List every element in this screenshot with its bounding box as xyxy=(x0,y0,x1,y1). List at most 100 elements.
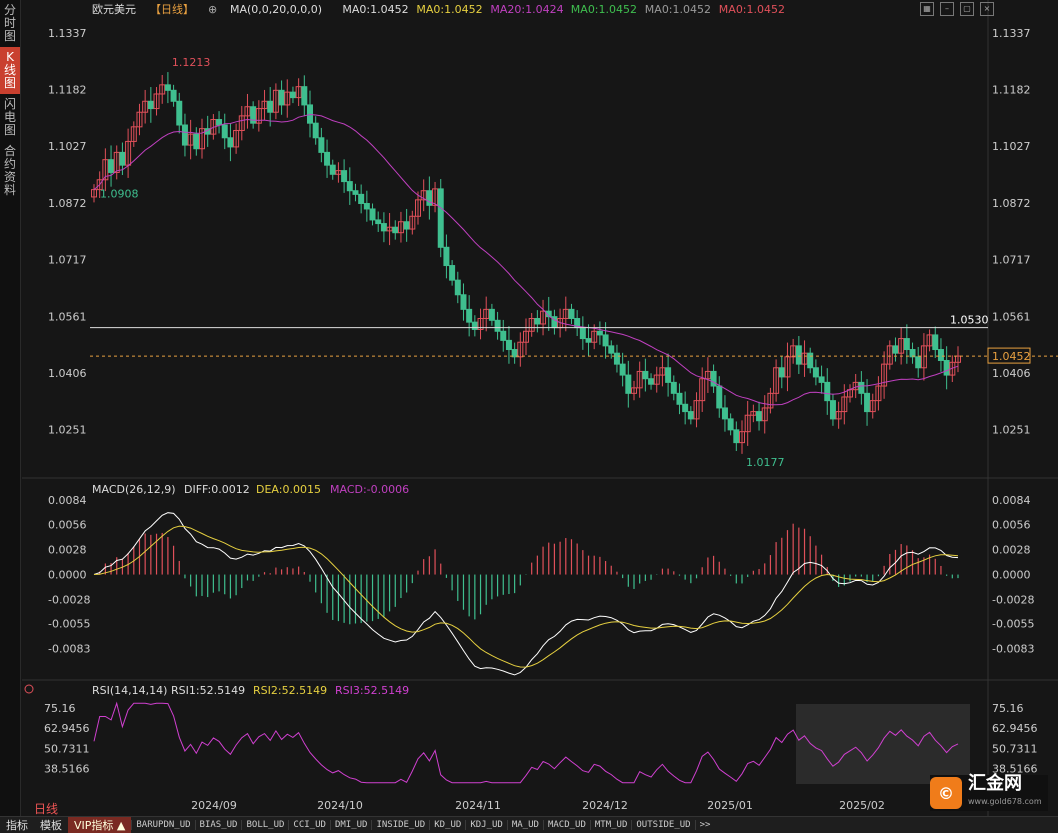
candle-body xyxy=(613,352,620,365)
indicator-tab-9[interactable]: KD_UD xyxy=(429,820,465,830)
indicator-tab-2[interactable]: VIP指标 ▲ xyxy=(68,817,132,833)
rsi-tick-left: 38.5166 xyxy=(44,763,90,776)
candle-body xyxy=(534,317,541,325)
indicator-tab-7[interactable]: DMI_UD xyxy=(329,820,372,830)
candle-body xyxy=(864,392,871,413)
indicator-bar: 指标 模板 VIP指标 ▲ BARUPDN_UD BIAS_UD BOLL_UD CCI_U… xyxy=(0,816,1058,833)
logo-url: www.gold678.com xyxy=(968,797,1042,806)
candle-body xyxy=(466,308,473,323)
main-legend-item: MA0:1.0452 xyxy=(719,3,785,16)
candle-body xyxy=(500,330,507,341)
left-price-tick: 1.1337 xyxy=(48,27,87,40)
logo-mark-icon: © xyxy=(930,777,962,809)
macd-tick-left: -0.0028 xyxy=(48,593,90,606)
candle-body xyxy=(108,159,115,173)
indicator-tab-15[interactable]: >> xyxy=(694,820,715,830)
indicator-tab-4[interactable]: BIAS_UD xyxy=(194,820,242,830)
close-icon[interactable]: × xyxy=(980,2,994,16)
candle-body xyxy=(346,181,353,192)
candle-body xyxy=(170,89,177,102)
candle-body xyxy=(164,84,171,91)
candle-body xyxy=(267,100,274,113)
main-legend-item: MA(0,0,20,0,0,0) xyxy=(230,3,322,16)
macd-legend-dea: DEA:0.0015 xyxy=(256,483,321,496)
candle-body xyxy=(181,124,188,146)
candle-body xyxy=(710,370,717,387)
right-price-tick: 1.1027 xyxy=(992,140,1031,153)
right-price-tick: 1.0872 xyxy=(992,197,1031,210)
indicator-tab-5[interactable]: BOLL_UD xyxy=(241,820,288,830)
macd-tick-left: -0.0055 xyxy=(48,618,90,631)
candle-body xyxy=(608,345,615,354)
indicator-tab-6[interactable]: CCI_UD xyxy=(288,820,330,830)
candle-body xyxy=(403,221,410,230)
macd-legend-diff: DIFF:0.0012 xyxy=(184,483,250,496)
indicator-tab-12[interactable]: MACD_UD xyxy=(542,820,590,830)
date-tick: 2025/02 xyxy=(839,799,885,812)
rsi-selection-box xyxy=(796,704,970,784)
right-price-tick: 1.0561 xyxy=(992,310,1031,323)
main-legend-item: MA0:1.0452 xyxy=(342,3,408,16)
indicator-tab-3[interactable]: BARUPDN_UD xyxy=(131,820,194,830)
right-price-tick: 1.1182 xyxy=(992,84,1031,97)
rsi-tick-left: 62.9456 xyxy=(44,722,90,735)
candle-body xyxy=(915,356,922,369)
macd-tick-right: 0.0028 xyxy=(992,544,1031,557)
candle-body xyxy=(392,226,399,234)
main-legend-item: MA0:1.0452 xyxy=(571,3,637,16)
candle-body xyxy=(585,338,592,343)
candle-body xyxy=(733,429,740,444)
candle-body xyxy=(670,381,677,394)
candle-body xyxy=(619,363,626,376)
candle-body xyxy=(807,352,814,369)
macd-tick-right: -0.0055 xyxy=(992,618,1034,631)
period-label[interactable]: 日线 xyxy=(34,800,58,817)
restore-icon[interactable]: ▢ xyxy=(960,2,974,16)
left-price-tick: 1.0872 xyxy=(48,197,87,210)
date-tick: 2025/01 xyxy=(707,799,753,812)
candle-body xyxy=(682,403,689,413)
candle-body xyxy=(278,89,285,106)
candle-body xyxy=(119,151,126,166)
start-annotation: 1.0908 xyxy=(100,188,139,201)
candle-body xyxy=(824,381,831,402)
indicator-tab-1[interactable]: 模板 xyxy=(34,817,68,833)
rsi-tick-left: 50.7311 xyxy=(44,742,90,755)
rsi-legend-rsi3: RSI3:52.5149 xyxy=(335,684,409,697)
candle-body xyxy=(579,327,586,340)
left-price-tick: 1.0561 xyxy=(48,310,87,323)
rsi-tick-right: 50.7311 xyxy=(992,742,1038,755)
candle-body xyxy=(318,137,325,153)
candle-body xyxy=(488,308,495,321)
right-price-tick: 1.0406 xyxy=(992,367,1031,380)
macd-legend-macd: MACD:-0.0006 xyxy=(330,483,409,496)
candle-body xyxy=(648,378,655,385)
candle-body xyxy=(301,86,308,106)
candle-body xyxy=(443,246,450,267)
candle-body xyxy=(375,219,382,225)
grid-icon[interactable]: ▦ xyxy=(920,2,934,16)
macd-tick-right: -0.0028 xyxy=(992,593,1034,606)
window-tools: ▦ – ▢ × xyxy=(920,2,994,16)
candle-body xyxy=(437,188,444,248)
candle-body xyxy=(505,339,512,351)
indicator-tab-0[interactable]: 指标 xyxy=(0,817,34,833)
indicator-tab-8[interactable]: INSIDE_UD xyxy=(371,820,429,830)
candle-body xyxy=(454,279,461,296)
candle-body xyxy=(216,119,223,126)
main-legend-item: ⊕ xyxy=(208,3,217,16)
candle-body xyxy=(380,223,387,232)
indicator-tab-13[interactable]: MTM_UD xyxy=(589,820,632,830)
candle-body xyxy=(568,308,575,319)
candle-body xyxy=(289,91,296,99)
indicator-tab-10[interactable]: KDJ_UD xyxy=(465,820,507,830)
indicator-tab-11[interactable]: MA_UD xyxy=(506,820,543,830)
candle-body xyxy=(892,345,899,354)
candle-body xyxy=(716,385,723,409)
high-annotation: 1.1213 xyxy=(172,56,211,69)
hline-label: 1.0530 xyxy=(950,314,989,327)
indicator-tab-14[interactable]: OUTSIDE_UD xyxy=(631,820,694,830)
candle-body xyxy=(602,334,609,347)
minimize-icon[interactable]: – xyxy=(940,2,954,16)
candle-body xyxy=(329,164,336,175)
